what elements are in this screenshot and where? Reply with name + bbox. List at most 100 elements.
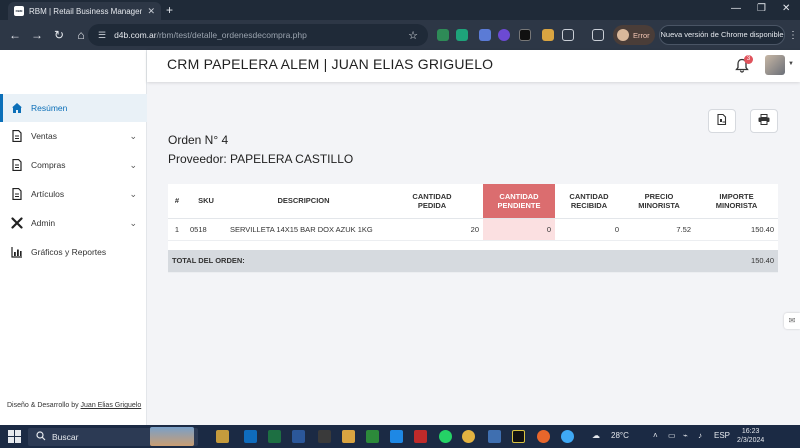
sidebar-item-articulos[interactable]: Artículos ⌄ <box>0 180 147 208</box>
app-icon[interactable] <box>318 430 331 443</box>
col-header-num: # <box>168 184 186 219</box>
home-icon <box>11 102 23 114</box>
extension-icon[interactable] <box>498 29 510 41</box>
cell-precio-minorista: 7.52 <box>623 218 695 241</box>
clock[interactable]: 16:23 2/3/2024 <box>737 427 764 445</box>
profile-button[interactable]: Error <box>613 25 655 45</box>
excel-icon[interactable] <box>268 430 281 443</box>
sidebar-item-ventas[interactable]: Ventas ⌄ <box>0 122 147 150</box>
notification-badge: 3 <box>744 55 753 64</box>
sidebar-item-resumen[interactable]: Resúmen <box>0 94 147 122</box>
file-explorer-icon[interactable] <box>216 430 229 443</box>
minimize-icon[interactable]: — <box>731 3 741 14</box>
language-indicator[interactable]: ESP <box>714 431 730 440</box>
sidebar-item-label: Artículos <box>31 189 65 199</box>
forward-icon[interactable]: → <box>26 28 48 42</box>
fireworks-icon[interactable] <box>512 430 525 443</box>
chevron-down-icon: ⌄ <box>129 188 137 199</box>
browser-tab[interactable]: RBM RBM | Retail Business Managem ✕ <box>8 2 161 20</box>
sidebar-item-compras[interactable]: Compras ⌄ <box>0 151 147 179</box>
extension-icon[interactable] <box>479 29 491 41</box>
battery-icon[interactable]: ▭ <box>668 431 676 440</box>
reload-icon[interactable]: ↻ <box>48 28 70 42</box>
author-link[interactable]: Juan Elias Griguelo <box>81 402 142 409</box>
cell-cantidad-pendiente: 0 <box>483 218 555 241</box>
app-icon[interactable] <box>488 430 501 443</box>
chevron-down-icon: ⌄ <box>129 130 137 141</box>
cell-sku: 0518 <box>186 218 226 241</box>
close-icon[interactable]: ✕ <box>147 6 155 17</box>
cell-cantidad-recibida: 0 <box>555 218 623 241</box>
profile-avatar <box>617 29 629 41</box>
app-icon[interactable] <box>561 430 574 443</box>
vscode-icon[interactable] <box>390 430 403 443</box>
footer-credit: Diseño & Desarrollo by Juan Elias Grigue… <box>7 402 142 409</box>
tab-favicon: RBM <box>14 6 24 16</box>
col-header-importe-minorista: IMPORTE MINORISTA <box>695 184 778 219</box>
new-tab-icon[interactable]: + <box>166 3 173 17</box>
chrome-icon[interactable] <box>462 430 475 443</box>
word-icon[interactable] <box>292 430 305 443</box>
sidebar-item-label: Resúmen <box>31 103 68 113</box>
extension-icon[interactable] <box>437 29 449 41</box>
order-detail-table: # SKU DESCRIPCION CANTIDAD PEDIDA CANTIDA… <box>168 184 778 273</box>
total-row: TOTAL DEL ORDEN: 150.40 <box>168 250 778 273</box>
sidebar: Resúmen Ventas ⌄ Compras ⌄ Artículos ⌄ A… <box>0 50 147 425</box>
extension-icon[interactable] <box>542 29 554 41</box>
weather-icon[interactable]: ☁ <box>592 431 600 440</box>
firefox-icon[interactable] <box>537 430 550 443</box>
page-title: CRM PAPELERA ALEM | JUAN ELIAS GRIGUELO <box>167 56 494 72</box>
total-value: 150.40 <box>695 250 778 273</box>
outlook-icon[interactable] <box>244 430 257 443</box>
chevron-up-icon[interactable]: ˄ <box>653 431 658 440</box>
extension-icon[interactable] <box>519 29 531 41</box>
profile-status: Error <box>633 30 650 40</box>
update-chrome-button[interactable]: Nueva versión de Chrome disponible <box>659 25 785 45</box>
chevron-down-icon: ⌄ <box>129 217 137 228</box>
extensions-puzzle-icon[interactable] <box>562 29 574 41</box>
side-panel-tab[interactable]: ✉ <box>784 313 800 329</box>
sidebar-item-admin[interactable]: Admin ⌄ <box>0 209 147 237</box>
cell-num: 1 <box>168 218 186 241</box>
tools-icon <box>11 217 23 229</box>
site-settings-icon[interactable]: ☰ <box>98 30 106 41</box>
col-header-sku: SKU <box>186 184 226 219</box>
window-close-icon[interactable]: ✕ <box>782 3 790 14</box>
network-icon[interactable]: ⌁ <box>683 431 688 440</box>
menu-icon[interactable]: ⋮ <box>788 30 798 41</box>
export-button[interactable] <box>708 109 736 133</box>
sidebar-item-label: Admin <box>31 218 56 228</box>
sidebar-item-graficos[interactable]: Gráficos y Reportes <box>0 238 147 266</box>
bookmark-star-icon[interactable]: ☆ <box>408 29 418 42</box>
col-header-cantidad-pendiente: CANTIDAD PENDIENTE <box>483 184 555 219</box>
export-document-icon <box>717 112 727 130</box>
order-number: Orden N° 4 <box>168 133 229 147</box>
printer-icon <box>758 112 770 130</box>
caret-down-icon[interactable]: ▼ <box>788 61 794 67</box>
restore-icon[interactable]: ❐ <box>757 3 766 14</box>
tab-title: RBM | Retail Business Managem <box>29 6 143 16</box>
sidebar-item-label: Gráficos y Reportes <box>31 247 107 257</box>
cell-importe-minorista: 150.40 <box>695 218 778 241</box>
chevron-down-icon: ⌄ <box>129 159 137 170</box>
windows-start-icon[interactable] <box>8 430 21 443</box>
weather-temp[interactable]: 28°C <box>611 431 629 440</box>
avatar[interactable] <box>765 55 785 75</box>
filezilla-icon[interactable] <box>414 430 427 443</box>
col-header-cantidad-pedida: CANTIDAD PEDIDA <box>381 184 483 219</box>
table-header-row: # SKU DESCRIPCION CANTIDAD PEDIDA CANTIDA… <box>168 184 778 219</box>
search-icon <box>36 428 46 446</box>
print-button[interactable] <box>750 109 778 133</box>
document-icon <box>11 188 23 200</box>
app-icon[interactable] <box>366 430 379 443</box>
whatsapp-icon[interactable] <box>439 430 452 443</box>
sidebar-item-label: Compras <box>31 160 66 170</box>
back-icon[interactable]: ← <box>4 28 26 42</box>
folder-icon[interactable] <box>342 430 355 443</box>
extension-icon[interactable] <box>456 29 468 41</box>
app-header: CRM PAPELERA ALEM | JUAN ELIAS GRIGUELO … <box>147 50 800 82</box>
side-panel-icon[interactable] <box>592 29 604 41</box>
address-bar[interactable]: ☰ d4b.com.ar/rbm/test/detalle_ordenesdec… <box>88 24 428 46</box>
col-header-precio-minorista: PRECIO MINORISTA <box>623 184 695 219</box>
volume-icon[interactable]: ♪ <box>698 431 702 440</box>
